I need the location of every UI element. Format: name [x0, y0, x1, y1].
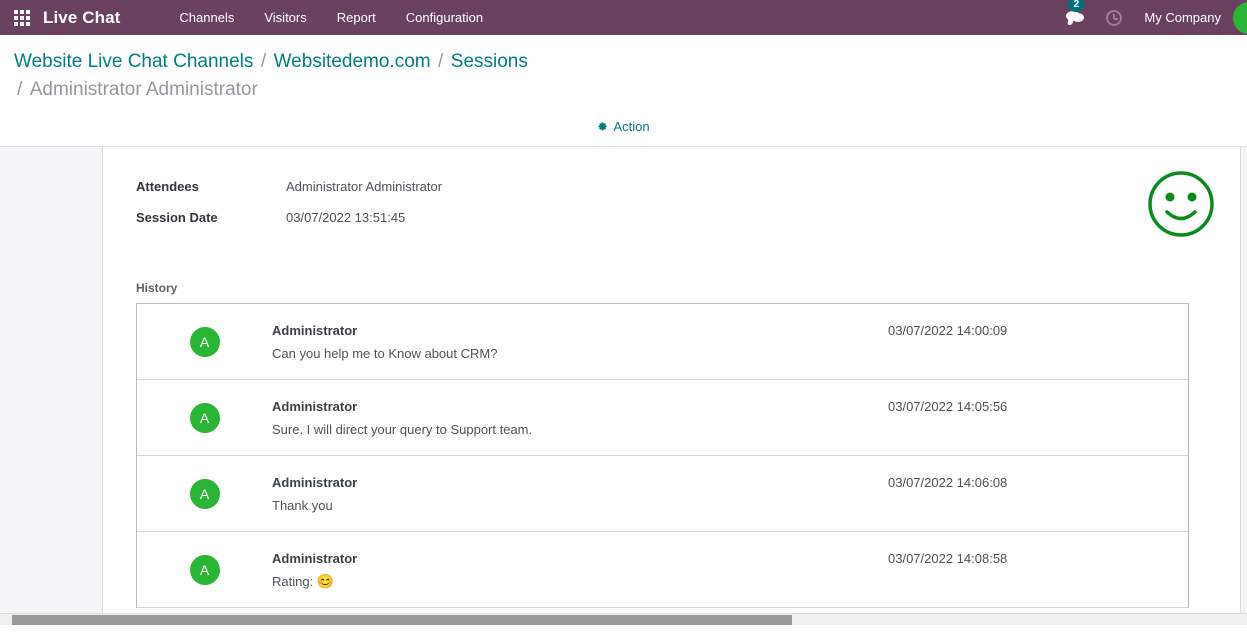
avatar: A [189, 403, 220, 433]
history-section-label: History [136, 281, 178, 295]
message-body: Administrator Thank you [272, 456, 888, 513]
menu-item-report[interactable]: Report [322, 0, 391, 35]
breadcrumb-line-2: / Administrator Administrator [14, 76, 1247, 104]
top-navbar: Live Chat Channels Visitors Report Confi… [0, 0, 1247, 35]
breadcrumb-separator: / [438, 51, 444, 72]
history-table: A Administrator Can you help me to Know … [136, 303, 1189, 608]
message-author: Administrator [272, 475, 358, 490]
avatar: A [189, 327, 220, 357]
message-date: 03/07/2022 14:05:56 [888, 399, 1008, 414]
activities-button[interactable] [1096, 0, 1132, 35]
message-date: 03/07/2022 14:08:58 [888, 551, 1008, 566]
avatar: A [189, 479, 220, 509]
apps-grid-icon[interactable] [7, 0, 37, 35]
field-value-session-date[interactable]: 03/07/2022 13:51:45 [286, 210, 405, 225]
clock-icon [1106, 9, 1123, 26]
message-text-value: Thank you [272, 498, 333, 513]
message-date: 03/07/2022 14:00:09 [888, 323, 1008, 338]
messages-button[interactable]: 2 [1056, 0, 1096, 35]
field-label-attendees: Attendees [136, 179, 199, 194]
field-row-attendees: Attendees Administrator Administrator [136, 179, 1206, 194]
message-text: Thank you [272, 497, 888, 513]
avatar: A [189, 555, 220, 585]
breadcrumb: Website Live Chat Channels / Websitedemo… [0, 35, 1247, 104]
menu-item-channels[interactable]: Channels [164, 0, 249, 35]
table-row[interactable]: A Administrator Thank you 03/07/2022 14:… [137, 456, 1188, 532]
content-area: Attendees Administrator Administrator Se… [0, 146, 1247, 625]
message-author: Administrator [272, 399, 358, 414]
form-sheet-inner: Attendees Administrator Administrator Se… [103, 147, 1240, 608]
navbar-right-group: 2 My Company [1056, 0, 1247, 35]
message-date: 03/07/2022 14:06:08 [888, 475, 1008, 490]
action-button-label: Action [613, 118, 650, 134]
message-text: Sure. I will direct your query to Suppor… [272, 421, 888, 437]
message-text-value: Rating: [272, 574, 317, 589]
field-label-session-date: Session Date [136, 210, 218, 225]
field-value-attendees[interactable]: Administrator Administrator [286, 179, 442, 194]
message-text-value: Can you help me to Know about CRM? [272, 346, 498, 361]
smiley-face-icon [1146, 169, 1216, 239]
table-row[interactable]: A Administrator Rating: 😊 03/07/2022 14:… [137, 532, 1188, 608]
app-brand-title[interactable]: Live Chat [43, 8, 120, 28]
breadcrumb-item-current: Administrator Administrator [29, 79, 258, 100]
message-avatar-cell: A [137, 304, 272, 380]
message-avatar-cell: A [137, 456, 272, 532]
breadcrumb-separator: / [17, 79, 23, 100]
message-body: Administrator Rating: 😊 [272, 532, 888, 590]
message-avatar-cell: A [137, 380, 272, 456]
avatar[interactable] [1233, 1, 1247, 34]
message-body: Administrator Can you help me to Know ab… [272, 304, 888, 361]
user-menu-company[interactable]: My Company [1132, 0, 1233, 35]
table-row[interactable]: A Administrator Sure. I will direct your… [137, 380, 1188, 456]
message-author: Administrator [272, 323, 358, 338]
table-row[interactable]: A Administrator Can you help me to Know … [137, 304, 1188, 380]
menu-item-visitors[interactable]: Visitors [249, 0, 321, 35]
breadcrumb-item-channels[interactable]: Website Live Chat Channels [14, 51, 253, 72]
message-author: Administrator [272, 551, 358, 566]
breadcrumb-separator: / [260, 51, 267, 72]
action-bar: Action [0, 106, 1247, 146]
message-body: Administrator Sure. I will direct your q… [272, 380, 888, 437]
message-avatar-cell: A [137, 532, 272, 608]
message-text: Can you help me to Know about CRM? [272, 345, 888, 361]
breadcrumb-item-sessions[interactable]: Sessions [451, 51, 528, 72]
breadcrumb-line-1: Website Live Chat Channels / Websitedemo… [14, 48, 1247, 76]
horizontal-scrollbar[interactable] [0, 613, 1247, 625]
main-menu: Channels Visitors Report Configuration [164, 0, 498, 35]
form-sheet: Attendees Administrator Administrator Se… [102, 147, 1241, 613]
message-text: Rating: 😊 [272, 573, 888, 590]
horizontal-scrollbar-thumb[interactable] [12, 615, 792, 625]
gear-icon [597, 121, 608, 132]
apps-grid-glyph [14, 9, 30, 26]
action-button[interactable]: Action [597, 118, 650, 134]
breadcrumb-item-websitedemo[interactable]: Websitedemo.com [274, 51, 431, 72]
field-row-session-date: Session Date 03/07/2022 13:51:45 [136, 210, 1206, 225]
message-text-value: Sure. I will direct your query to Suppor… [272, 422, 533, 437]
message-emoji: 😊 [316, 573, 335, 589]
menu-item-configuration[interactable]: Configuration [391, 0, 498, 35]
